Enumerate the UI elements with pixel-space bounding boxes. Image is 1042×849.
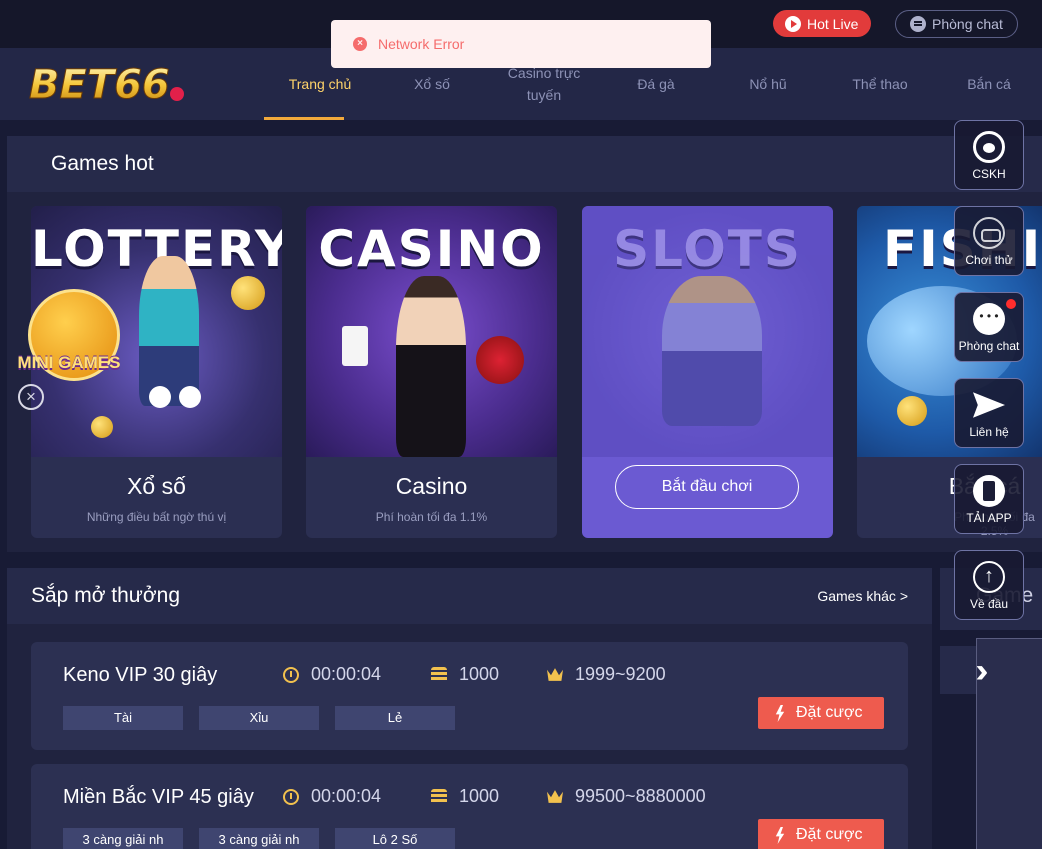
error-icon: × (353, 37, 367, 51)
nav-cockfight-label: Đá gà (637, 76, 675, 92)
game-card-casino[interactable]: CASINO Casino Phí hoàn tối đa 1.1% (306, 206, 557, 538)
lightning-icon (775, 705, 785, 722)
draw-odds: 99500~8880000 (547, 786, 706, 807)
nav-sports-label: Thể thao (852, 76, 908, 92)
nav-fishing-label: Bắn cá (967, 76, 1011, 92)
casino-name: Casino (395, 473, 468, 499)
coins-icon (431, 666, 447, 683)
mini-games-label: MINI GAMES (17, 353, 121, 372)
casino-art-title: CASINO (318, 220, 545, 278)
slots-art: SLOTS (582, 206, 833, 457)
send-icon (973, 392, 1005, 418)
bet-option-chip[interactable]: Xỉu (199, 706, 319, 730)
support-label: CSKH (972, 167, 1006, 181)
gamepad-icon (973, 217, 1005, 249)
chat-room-button[interactable]: Phòng chat (895, 10, 1018, 38)
chat-icon (910, 16, 926, 32)
draw-row: Keno VIP 30 giây 00:00:04 1000 1999~9200… (31, 642, 908, 750)
games-hot-title: Games hot (7, 136, 1042, 192)
odds-value: 99500~8880000 (575, 786, 706, 806)
bet-option-chip[interactable]: Tài (63, 706, 183, 730)
amount-value: 1000 (459, 786, 500, 806)
draw-amount: 1000 (431, 786, 499, 807)
bet-option-chip[interactable]: 3 càng giải nh (199, 828, 319, 849)
game-card-slots[interactable]: SLOTS Bắt đầu chơi (582, 206, 833, 538)
contact-button[interactable]: Liên hệ (954, 378, 1024, 448)
close-icon[interactable]: × (18, 384, 44, 410)
casino-art: CASINO (306, 206, 557, 457)
download-app-button[interactable]: TẢI APP (954, 464, 1024, 534)
clock-icon (283, 666, 299, 683)
nav-casino-label: Casino trực tuyến (507, 65, 581, 103)
svg-text:BET66: BET66 (29, 62, 170, 106)
amount-value: 1000 (459, 664, 500, 684)
slots-art-title: SLOTS (613, 220, 802, 278)
demo-play-label: Chơi thử (965, 253, 1013, 267)
bet66-logo[interactable]: BET66 (27, 60, 191, 106)
hot-live-button[interactable]: Hot Live (773, 10, 871, 37)
chat-room-side-label: Phòng chat (958, 339, 1020, 353)
lottery-name: Xổ số (127, 473, 186, 499)
lottery-desc: Những điều bất ngờ thú vị (86, 510, 227, 524)
broken-image (976, 638, 1042, 849)
draw-amount: 1000 (431, 664, 499, 685)
odds-value: 1999~9200 (575, 664, 666, 684)
clock-icon (283, 788, 299, 805)
bet-option-chip[interactable]: Lẻ (335, 706, 455, 730)
games-hot-panel: Games hot LOTTERY Xổ số Những điều bất n… (7, 136, 1042, 552)
place-bet-label: Đặt cược (796, 704, 863, 721)
lightning-icon (775, 827, 785, 844)
hot-live-label: Hot Live (807, 15, 859, 32)
mini-games-widget[interactable]: MINI GAMES (14, 285, 124, 395)
countdown-value: 00:00:04 (311, 786, 382, 806)
play-icon (785, 15, 801, 32)
notification-dot (1006, 299, 1016, 309)
place-bet-button[interactable]: Đặt cược (758, 819, 884, 849)
chat-room-label: Phòng chat (932, 16, 1003, 32)
demo-play-button[interactable]: Chơi thử (954, 206, 1024, 276)
draw-name: Keno VIP 30 giây (63, 664, 218, 686)
support-button[interactable]: CSKH (954, 120, 1024, 190)
casino-desc: Phí hoàn tối đa 1.1% (375, 510, 488, 524)
nav-home-label: Trang chủ (288, 76, 352, 92)
error-message: Network Error (378, 36, 465, 52)
countdown-value: 00:00:04 (311, 664, 382, 684)
nav-slots[interactable]: Nổ hũ (712, 48, 824, 120)
draw-name: Miền Bắc VIP 45 giây (63, 786, 254, 808)
back-to-top-label: Về đầu (969, 597, 1009, 611)
upcoming-draws-panel: Sắp mở thưởng Games khác > Keno VIP 30 g… (7, 568, 932, 849)
crown-icon (547, 668, 563, 681)
contact-label: Liên hệ (969, 425, 1009, 439)
place-bet-button[interactable]: Đặt cược (758, 697, 884, 729)
phone-icon (973, 475, 1005, 507)
bet-option-chip[interactable]: 3 càng giải nh (63, 828, 183, 849)
upcoming-draws-header: Sắp mở thưởng Games khác > (7, 568, 932, 624)
draw-row: Miền Bắc VIP 45 giây 00:00:04 1000 99500… (31, 764, 908, 849)
headset-icon (973, 131, 1005, 163)
bet-option-chip[interactable]: Lô 2 Số (335, 828, 455, 849)
coins-icon (431, 788, 447, 805)
draw-odds: 1999~9200 (547, 664, 666, 685)
start-play-button[interactable]: Bắt đầu chơi (615, 465, 799, 509)
download-app-label: TẢI APP (966, 511, 1012, 525)
crown-icon (547, 790, 563, 803)
chat-room-side-button[interactable]: Phòng chat (954, 292, 1024, 362)
nav-lottery-label: Xổ số (414, 76, 450, 92)
more-games-link[interactable]: Games khác > (817, 568, 908, 624)
arrow-up-icon (973, 561, 1005, 593)
nav-sports[interactable]: Thể thao (824, 48, 936, 120)
error-toast: × Network Error (331, 20, 711, 68)
nav-slots-label: Nổ hũ (749, 76, 787, 92)
nav-fishing[interactable]: Bắn cá (936, 48, 1042, 120)
place-bet-label: Đặt cược (796, 826, 863, 843)
chat-bubble-icon (973, 303, 1005, 335)
back-to-top-button[interactable]: Về đầu (954, 550, 1024, 620)
draw-countdown: 00:00:04 (283, 664, 381, 685)
upcoming-draws-title: Sắp mở thưởng (31, 584, 180, 607)
draw-countdown: 00:00:04 (283, 786, 381, 807)
